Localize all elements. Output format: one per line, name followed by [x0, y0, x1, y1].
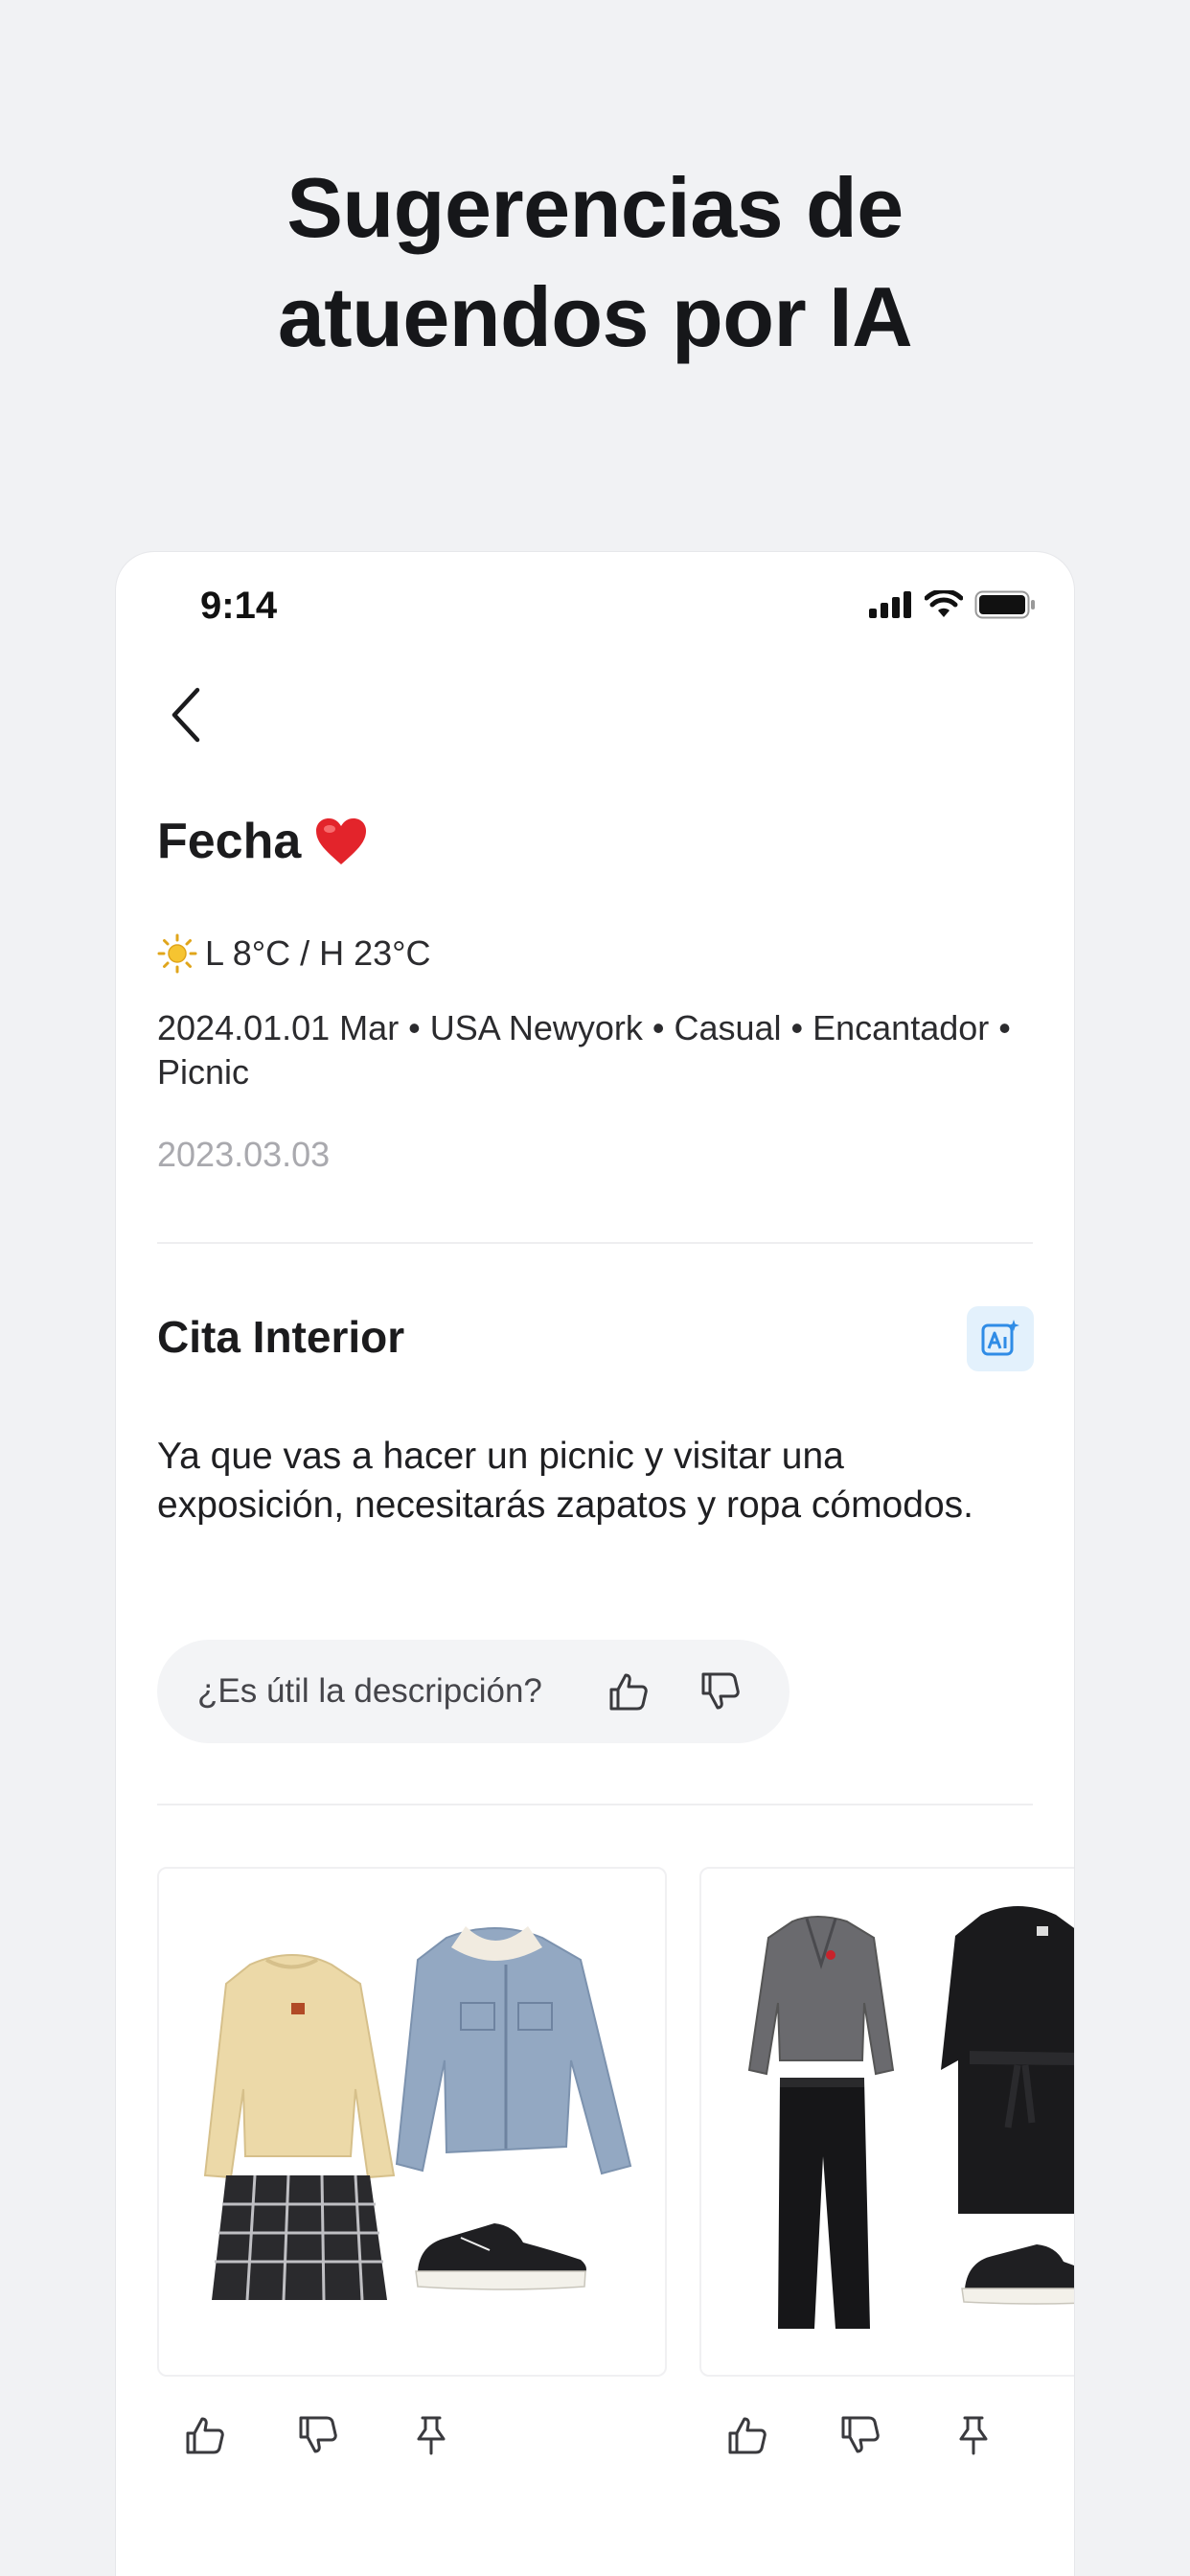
- thumbs-up-icon: [728, 2417, 767, 2454]
- ai-button[interactable]: [967, 1306, 1034, 1371]
- grey-cardigan: [747, 1916, 895, 2076]
- outfit-card-actions: [176, 2406, 460, 2464]
- battery-icon: [974, 590, 1035, 619]
- headline-line-1: Sugerencias de: [286, 160, 904, 255]
- created-date: 2023.03.03: [157, 1135, 331, 1174]
- divider: [157, 1242, 1033, 1244]
- signal-icon: [869, 591, 911, 618]
- page-title-text: Fecha: [157, 814, 302, 869]
- pin-icon: [417, 2416, 446, 2455]
- back-button[interactable]: [152, 677, 219, 753]
- outfit-pin-button[interactable]: [945, 2406, 1002, 2464]
- wifi-icon: [925, 590, 963, 617]
- feedback-question: ¿Es útil la descripción?: [197, 1672, 542, 1710]
- description-like-button[interactable]: [600, 1663, 657, 1720]
- sun-icon: [157, 933, 197, 974]
- plaid-skirt: [212, 2174, 387, 2301]
- outfit-like-button[interactable]: [176, 2406, 234, 2464]
- outfit-image: [203, 1926, 632, 2301]
- black-trousers: [778, 2078, 870, 2329]
- phone-screen: 9:14 Fecha L 8°C / H 23°C 2024.01.01 Mar…: [116, 552, 1074, 2576]
- outfit-dislike-button[interactable]: [289, 2406, 347, 2464]
- event-meta: 2024.01.01 Mar • USA Newyork • Casual • …: [157, 1008, 1011, 1092]
- chevron-left-icon: [172, 687, 200, 743]
- thumbs-down-icon: [701, 1672, 740, 1710]
- thumbs-up-icon: [186, 2417, 224, 2454]
- outfit-card[interactable]: [699, 1867, 1074, 2377]
- thumbs-up-icon: [609, 1673, 648, 1711]
- thumbs-down-icon: [299, 2416, 337, 2453]
- outfit-card-actions: [719, 2406, 1002, 2464]
- outfit-card[interactable]: [157, 1867, 667, 2377]
- headline-line-2: atuendos por IA: [277, 269, 913, 364]
- black-canvas-sneakers: [415, 2223, 586, 2290]
- page-headline: Sugerencias de atuendos por IA: [0, 153, 1190, 372]
- denim-sherpa-jacket: [395, 1926, 632, 2175]
- outfit-carousel[interactable]: [157, 1867, 1074, 2377]
- feedback-bar: ¿Es útil la descripción?: [157, 1640, 790, 1743]
- black-canvas-sneakers: [961, 2244, 1074, 2305]
- weather-info: L 8°C / H 23°C: [157, 933, 431, 974]
- thumbs-down-icon: [841, 2416, 880, 2453]
- description-dislike-button[interactable]: [692, 1663, 749, 1720]
- black-belted-coat: [941, 1906, 1074, 2214]
- status-time: 9:14: [200, 585, 278, 627]
- outfit-pin-button[interactable]: [402, 2406, 460, 2464]
- section-title: Cita Interior: [157, 1312, 405, 1362]
- page-title: Fecha: [157, 813, 368, 870]
- divider: [157, 1804, 1033, 1806]
- outfit-like-button[interactable]: [719, 2406, 776, 2464]
- outfit-dislike-button[interactable]: [832, 2406, 889, 2464]
- outfit-image: [747, 1906, 1074, 2329]
- heart-icon: [316, 818, 367, 864]
- status-icons: [869, 590, 1036, 619]
- weather-text: L 8°C / H 23°C: [205, 933, 431, 973]
- outfit-description: Ya que vas a hacer un picnic y visitar u…: [157, 1436, 973, 1526]
- pin-icon: [959, 2416, 988, 2455]
- beige-sweater: [203, 1954, 396, 2179]
- ai-sparkle-icon: [981, 1320, 1019, 1356]
